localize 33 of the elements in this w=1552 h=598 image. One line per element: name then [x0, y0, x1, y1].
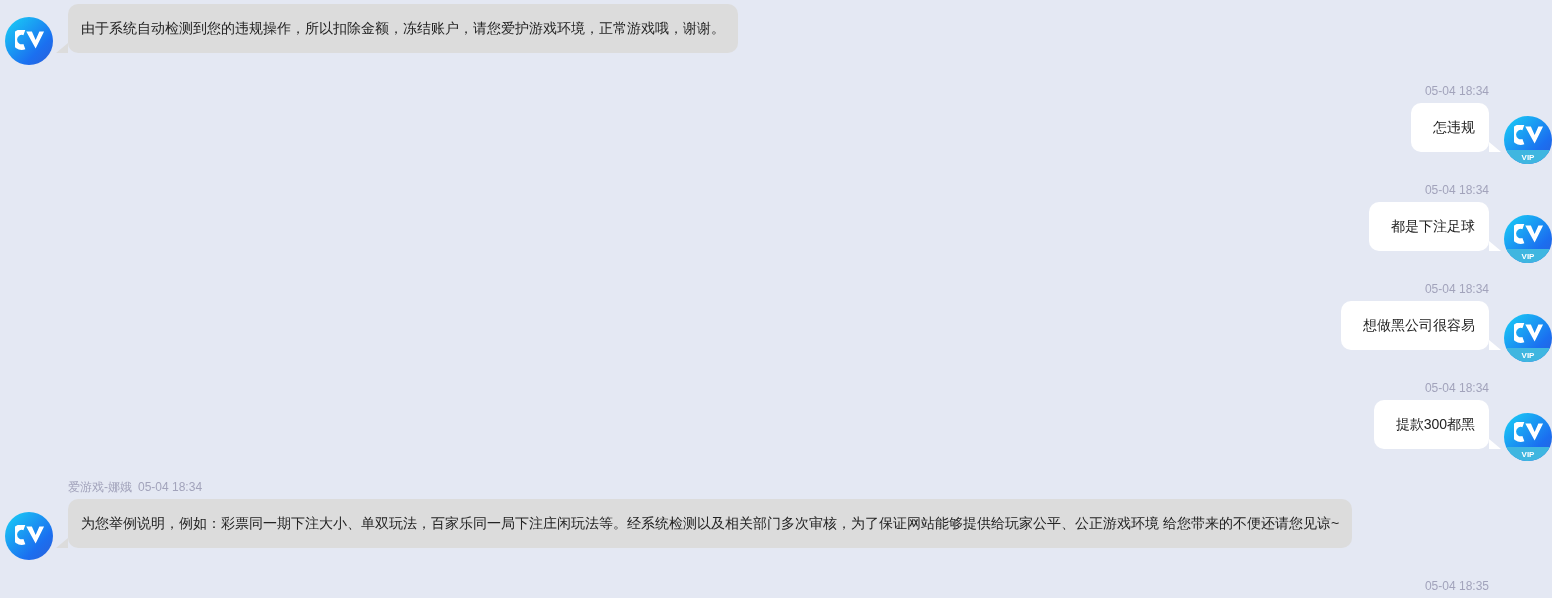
- timestamp: 05-04 18:34: [1424, 281, 1489, 297]
- logo-icon: [1514, 323, 1544, 343]
- message-bubble: 由于系统自动检测到您的违规操作，所以扣除金额，冻结账户，请您爱护游戏环境，正常游戏哦，谢谢。: [68, 4, 738, 53]
- avatar[interactable]: VIP: [1504, 215, 1552, 263]
- avatar[interactable]: [5, 512, 53, 560]
- timestamp: 05-04 18:34: [1424, 182, 1489, 198]
- timestamp: 05-04 18:35: [1424, 578, 1489, 594]
- logo-icon: [15, 525, 45, 545]
- bubble-tail: [1489, 439, 1501, 449]
- sender-name: 爱游戏-娜娥: [68, 479, 132, 495]
- vip-label: VIP: [1520, 351, 1536, 361]
- vip-label: VIP: [1520, 450, 1536, 460]
- message-bubble: 为您举例说明，例如：彩票同一期下注大小、单双玩法，百家乐同一局下注庄闲玩法等。经系统检测以及相关部门多次审核，为了保证网站能够提供给玩家公平、公正游戏环境 给您带来的不便还请您见谅~: [68, 499, 1353, 548]
- logo-icon: [15, 30, 45, 50]
- timestamp: 05-04 18:34: [138, 479, 203, 495]
- timestamp: 05-04 18:34: [1424, 83, 1489, 99]
- bubble-tail: [1489, 142, 1501, 152]
- vip-label: VIP: [1520, 153, 1536, 163]
- logo-icon: [1514, 224, 1544, 244]
- vip-label: VIP: [1520, 252, 1536, 262]
- avatar[interactable]: VIP: [1504, 116, 1552, 164]
- avatar[interactable]: VIP: [1504, 413, 1552, 461]
- avatar[interactable]: [5, 17, 53, 65]
- message-bubble: 想做黑公司很容易: [1341, 301, 1489, 350]
- avatar[interactable]: VIP: [1504, 314, 1552, 362]
- bubble-tail: [1489, 241, 1501, 251]
- logo-icon: [1514, 125, 1544, 145]
- message-bubble: 怎违规: [1411, 103, 1489, 152]
- logo-icon: [1514, 422, 1544, 442]
- message-bubble: 提款300都黑: [1373, 400, 1489, 449]
- message-bubble: 都是下注足球: [1369, 202, 1489, 251]
- bubble-tail: [1489, 340, 1501, 350]
- timestamp: 05-04 18:34: [1424, 380, 1489, 396]
